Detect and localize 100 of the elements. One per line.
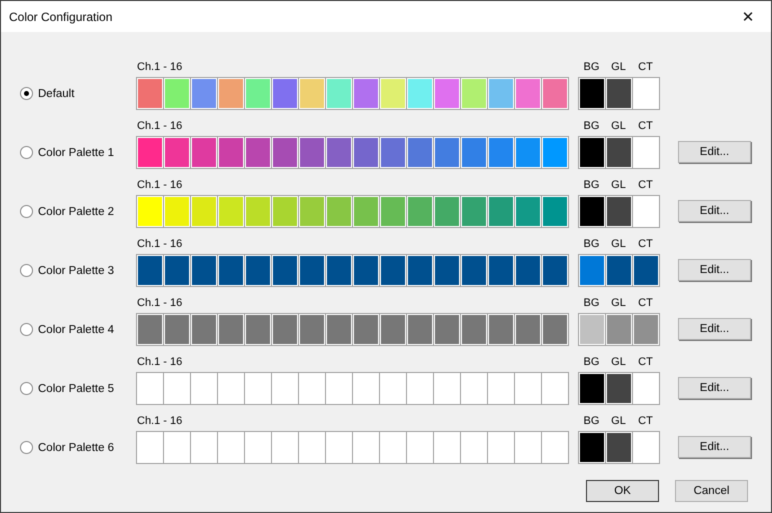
color-swatch[interactable]	[542, 196, 568, 227]
color-swatch[interactable]	[164, 255, 190, 286]
color-swatch[interactable]	[245, 196, 271, 227]
color-swatch[interactable]	[579, 137, 605, 168]
color-swatch[interactable]	[542, 137, 568, 168]
color-swatch[interactable]	[137, 314, 163, 345]
color-swatch[interactable]	[606, 432, 632, 463]
color-swatch[interactable]	[380, 255, 406, 286]
color-swatch[interactable]	[461, 137, 487, 168]
color-swatch[interactable]	[434, 255, 460, 286]
color-swatch[interactable]	[606, 137, 632, 168]
color-swatch[interactable]	[461, 314, 487, 345]
color-swatch[interactable]	[218, 196, 244, 227]
color-swatch[interactable]	[299, 78, 325, 109]
color-swatch[interactable]	[353, 137, 379, 168]
color-swatch[interactable]	[137, 137, 163, 168]
color-swatch[interactable]	[353, 196, 379, 227]
color-swatch[interactable]	[515, 255, 541, 286]
color-swatch[interactable]	[461, 432, 487, 463]
color-swatch[interactable]	[633, 196, 659, 227]
color-swatch[interactable]	[326, 137, 352, 168]
color-swatch[interactable]	[299, 373, 325, 404]
color-swatch[interactable]	[164, 78, 190, 109]
color-swatch[interactable]	[191, 196, 217, 227]
color-swatch[interactable]	[353, 314, 379, 345]
color-swatch[interactable]	[542, 255, 568, 286]
color-swatch[interactable]	[164, 314, 190, 345]
color-swatch[interactable]	[164, 373, 190, 404]
color-swatch[interactable]	[164, 432, 190, 463]
color-swatch[interactable]	[191, 255, 217, 286]
color-swatch[interactable]	[461, 373, 487, 404]
close-button[interactable]: ✕	[725, 1, 771, 32]
ok-button[interactable]: OK	[586, 480, 659, 502]
radio-button[interactable]	[20, 264, 33, 277]
color-swatch[interactable]	[579, 78, 605, 109]
color-swatch[interactable]	[606, 255, 632, 286]
color-swatch[interactable]	[407, 137, 433, 168]
color-swatch[interactable]	[461, 196, 487, 227]
color-swatch[interactable]	[137, 432, 163, 463]
color-swatch[interactable]	[137, 255, 163, 286]
color-swatch[interactable]	[515, 78, 541, 109]
radio-button[interactable]	[20, 382, 33, 395]
color-swatch[interactable]	[164, 196, 190, 227]
color-swatch[interactable]	[299, 432, 325, 463]
edit-button[interactable]: Edit...	[678, 436, 751, 458]
color-swatch[interactable]	[488, 314, 514, 345]
color-swatch[interactable]	[245, 137, 271, 168]
color-swatch[interactable]	[407, 255, 433, 286]
color-swatch[interactable]	[299, 314, 325, 345]
color-swatch[interactable]	[434, 373, 460, 404]
color-swatch[interactable]	[218, 314, 244, 345]
color-swatch[interactable]	[579, 255, 605, 286]
color-swatch[interactable]	[353, 432, 379, 463]
radio-button[interactable]	[20, 323, 33, 336]
color-swatch[interactable]	[353, 255, 379, 286]
color-swatch[interactable]	[606, 78, 632, 109]
color-swatch[interactable]	[191, 137, 217, 168]
color-swatch[interactable]	[380, 137, 406, 168]
color-swatch[interactable]	[542, 432, 568, 463]
color-swatch[interactable]	[326, 196, 352, 227]
color-swatch[interactable]	[380, 314, 406, 345]
color-swatch[interactable]	[380, 373, 406, 404]
color-swatch[interactable]	[542, 373, 568, 404]
color-swatch[interactable]	[380, 196, 406, 227]
color-swatch[interactable]	[326, 373, 352, 404]
color-swatch[interactable]	[380, 432, 406, 463]
color-swatch[interactable]	[633, 432, 659, 463]
color-swatch[interactable]	[326, 432, 352, 463]
color-swatch[interactable]	[633, 373, 659, 404]
color-swatch[interactable]	[434, 137, 460, 168]
color-swatch[interactable]	[299, 137, 325, 168]
color-swatch[interactable]	[245, 314, 271, 345]
color-swatch[interactable]	[488, 78, 514, 109]
color-swatch[interactable]	[245, 255, 271, 286]
radio-button[interactable]	[20, 205, 33, 218]
color-swatch[interactable]	[164, 137, 190, 168]
color-swatch[interactable]	[191, 432, 217, 463]
color-swatch[interactable]	[579, 373, 605, 404]
color-swatch[interactable]	[272, 78, 298, 109]
color-swatch[interactable]	[606, 314, 632, 345]
color-swatch[interactable]	[606, 373, 632, 404]
color-swatch[interactable]	[488, 137, 514, 168]
color-swatch[interactable]	[218, 78, 244, 109]
color-swatch[interactable]	[515, 432, 541, 463]
radio-button[interactable]	[20, 146, 33, 159]
color-swatch[interactable]	[515, 196, 541, 227]
color-swatch[interactable]	[579, 314, 605, 345]
edit-button[interactable]: Edit...	[678, 259, 751, 281]
color-swatch[interactable]	[245, 78, 271, 109]
color-swatch[interactable]	[488, 373, 514, 404]
color-swatch[interactable]	[245, 432, 271, 463]
color-swatch[interactable]	[515, 137, 541, 168]
color-swatch[interactable]	[326, 78, 352, 109]
edit-button[interactable]: Edit...	[678, 318, 751, 340]
color-swatch[interactable]	[380, 78, 406, 109]
color-swatch[interactable]	[272, 255, 298, 286]
color-swatch[interactable]	[515, 314, 541, 345]
color-swatch[interactable]	[272, 137, 298, 168]
color-swatch[interactable]	[407, 314, 433, 345]
color-swatch[interactable]	[434, 78, 460, 109]
